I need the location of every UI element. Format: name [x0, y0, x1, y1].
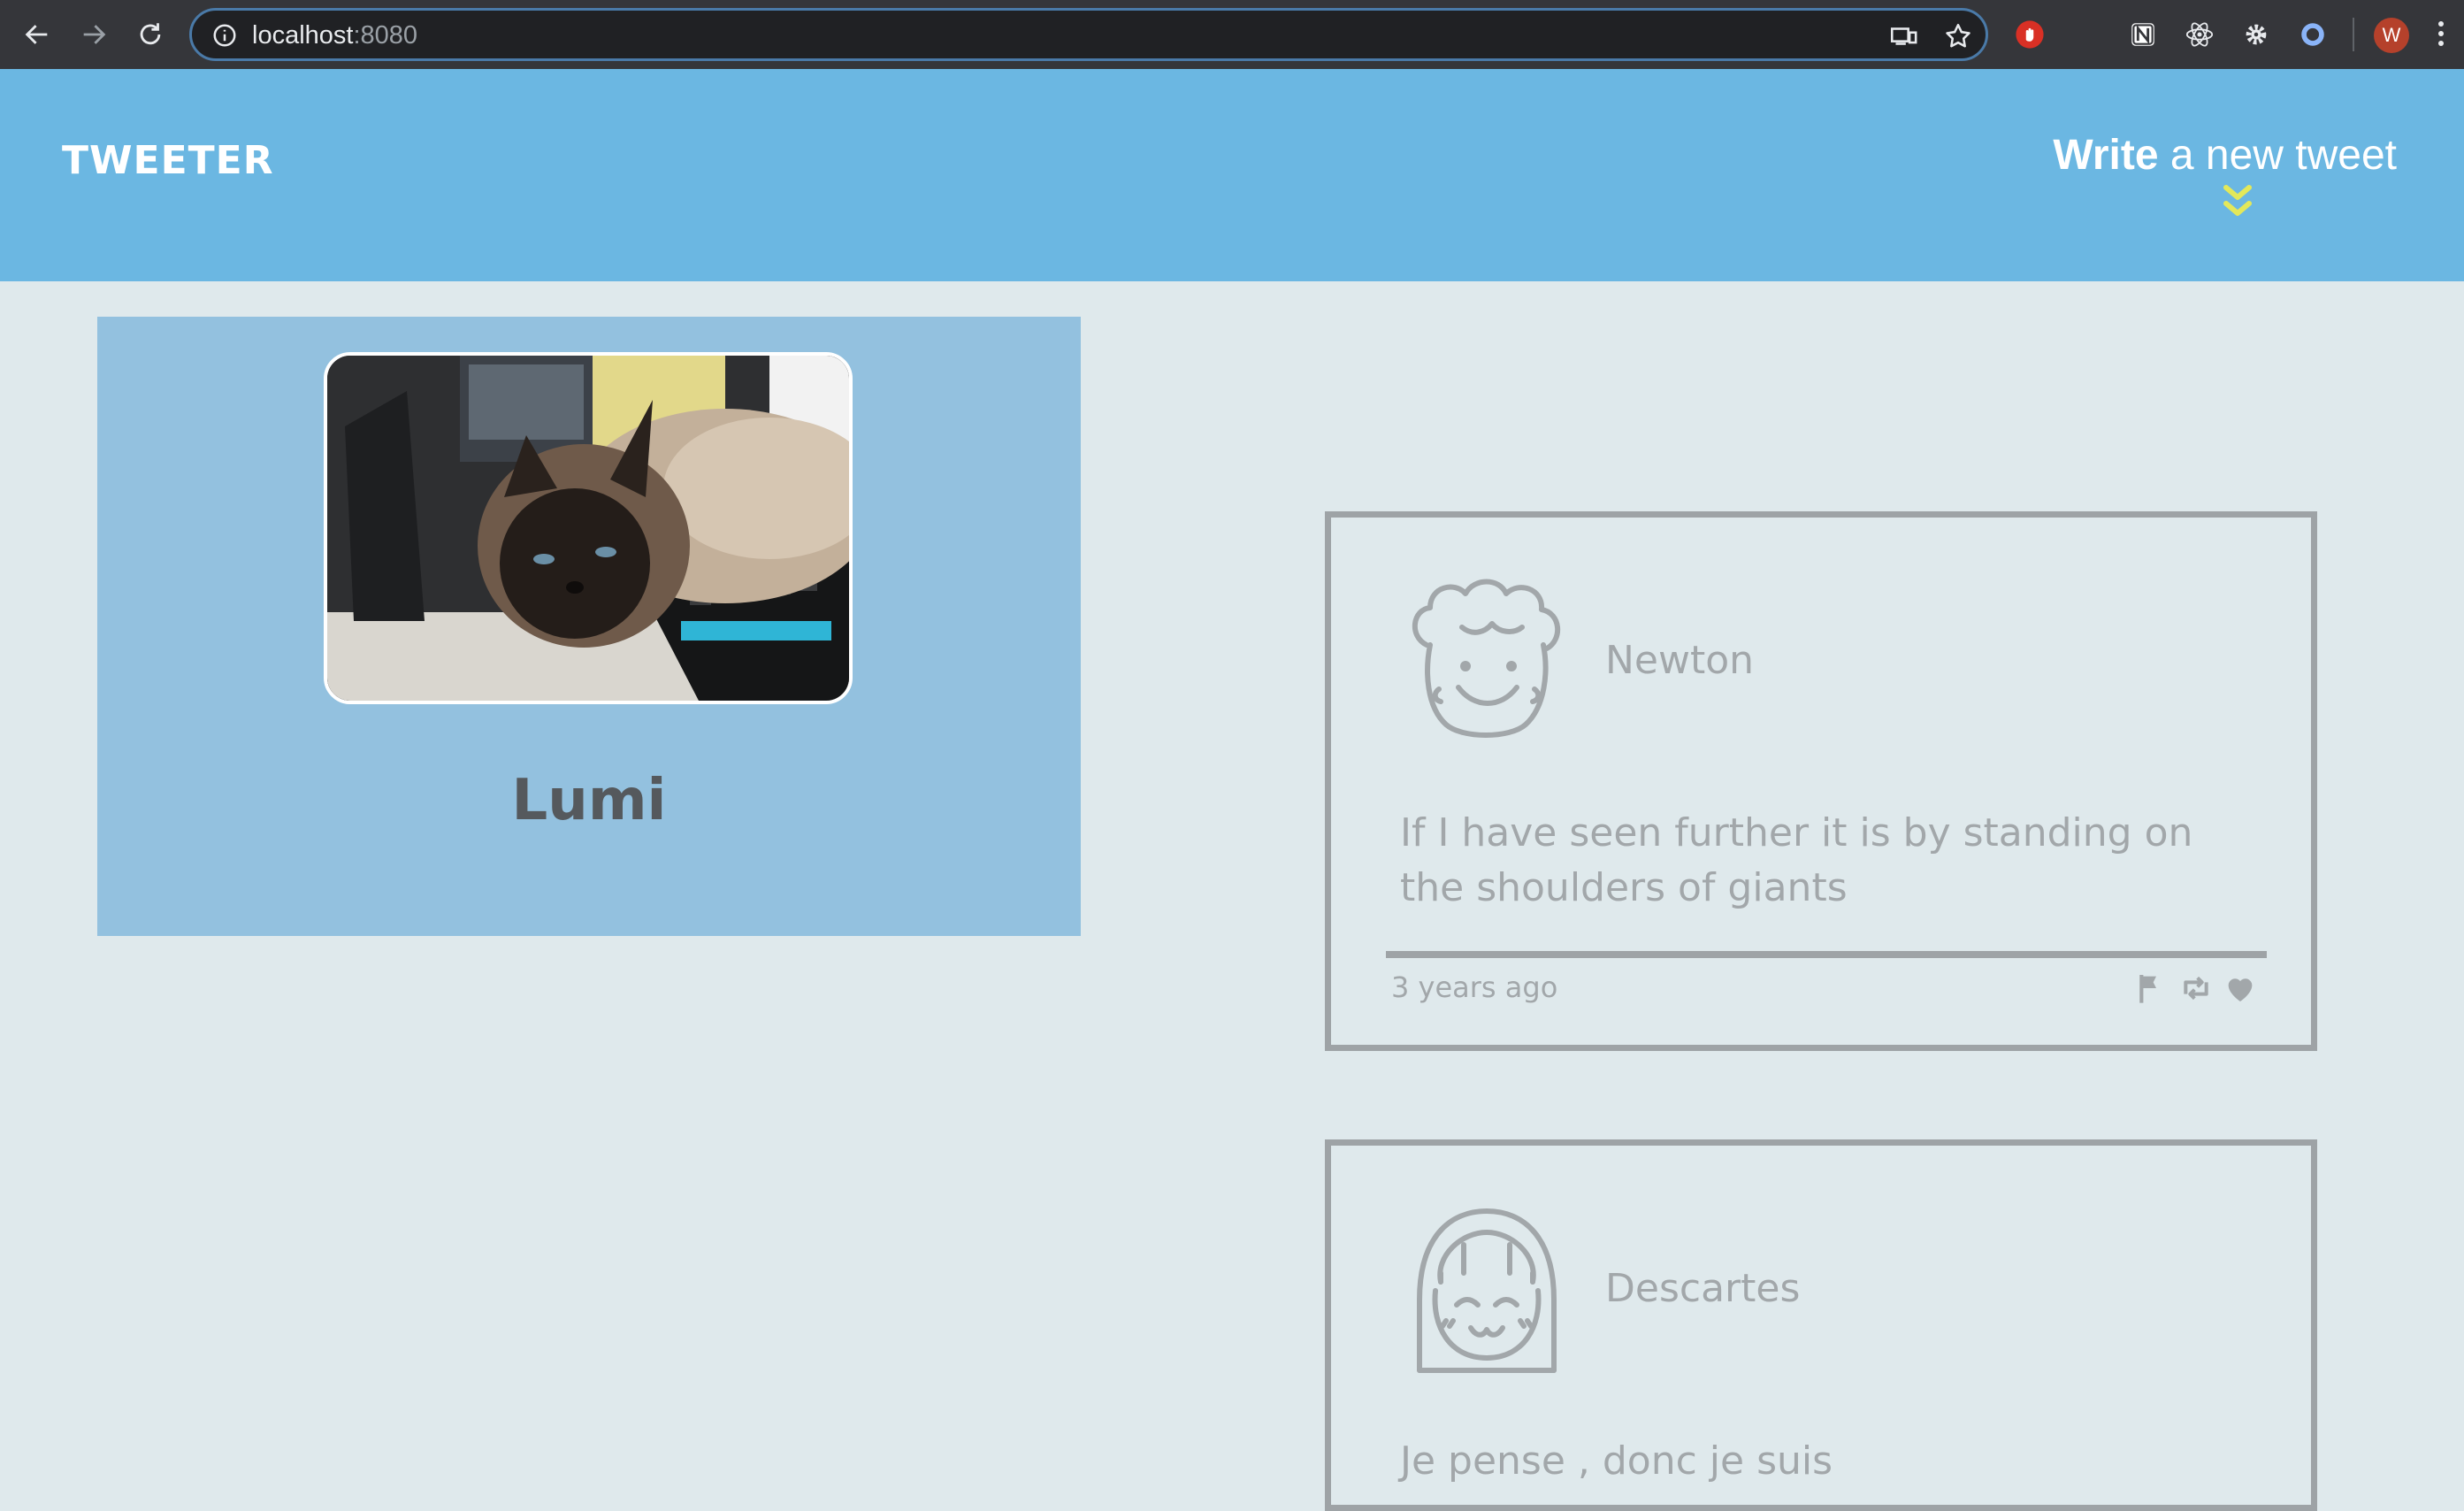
- flag-icon[interactable]: [2134, 970, 2169, 1006]
- descartes-avatar-icon: [1417, 1208, 1557, 1373]
- retweet-icon[interactable]: [2178, 970, 2214, 1006]
- tweet-text: Je pense , donc je suis: [1400, 1438, 1833, 1484]
- app-logo[interactable]: TWEETER: [62, 138, 274, 183]
- browser-toolbar: localhost:8080 W: [0, 0, 2464, 69]
- extension-adblock-icon[interactable]: [2013, 18, 2047, 51]
- profile-avatar[interactable]: W: [2374, 18, 2409, 53]
- extension-notion-icon[interactable]: [2126, 18, 2160, 51]
- tweet-author[interactable]: Newton: [1605, 638, 1754, 683]
- back-button[interactable]: [18, 15, 57, 54]
- url-host: localhost: [252, 21, 354, 50]
- info-icon[interactable]: [211, 22, 238, 49]
- write-new-tweet-button[interactable]: Write a new tweet: [2053, 131, 2397, 180]
- newton-avatar-icon: [1412, 579, 1561, 738]
- tweet-text: If I have seen further it is by standing…: [1400, 810, 2193, 910]
- back-arrow-icon: [25, 25, 48, 44]
- url-text[interactable]: localhost:8080: [252, 19, 417, 51]
- cast-device-icon[interactable]: [1888, 21, 1918, 51]
- profile-name: Lumi: [511, 768, 667, 833]
- bookmark-star-icon[interactable]: [1943, 21, 1973, 51]
- url-port: :8080: [353, 21, 418, 50]
- cat-photo-image: [327, 356, 849, 701]
- extension-react-icon[interactable]: [2183, 18, 2216, 51]
- tweet-author[interactable]: Descartes: [1605, 1266, 1800, 1311]
- reload-button[interactable]: [131, 15, 170, 54]
- write-rest-label: a new tweet: [2158, 132, 2397, 179]
- profile-photo: [324, 352, 853, 704]
- toolbar-separator: [2353, 18, 2354, 51]
- forward-button[interactable]: [74, 15, 113, 54]
- tweet-card: Newton If I have seen further it is by s…: [1325, 511, 2317, 1051]
- tweet-card: Descartes Je pense , donc je suis: [1325, 1139, 2317, 1511]
- reload-icon: [140, 23, 161, 45]
- forward-arrow-icon: [83, 25, 106, 44]
- app-header: TWEETER Write a new tweet: [0, 69, 2464, 281]
- write-bold-label: Write: [2053, 132, 2159, 179]
- profile-card: Lumi: [97, 317, 1081, 936]
- tweet-divider: [1386, 951, 2267, 958]
- extension-ring-icon[interactable]: [2296, 18, 2330, 51]
- tweet-actions: [2134, 970, 2258, 1006]
- double-chevron-down-icon[interactable]: [2222, 184, 2254, 221]
- address-bar[interactable]: localhost:8080: [189, 8, 1988, 61]
- extension-gear-icon[interactable]: [2239, 18, 2273, 51]
- heart-icon[interactable]: [2223, 970, 2258, 1006]
- tweet-timestamp: 3 years ago: [1391, 970, 1558, 1004]
- browser-menu-icon[interactable]: [2436, 18, 2446, 53]
